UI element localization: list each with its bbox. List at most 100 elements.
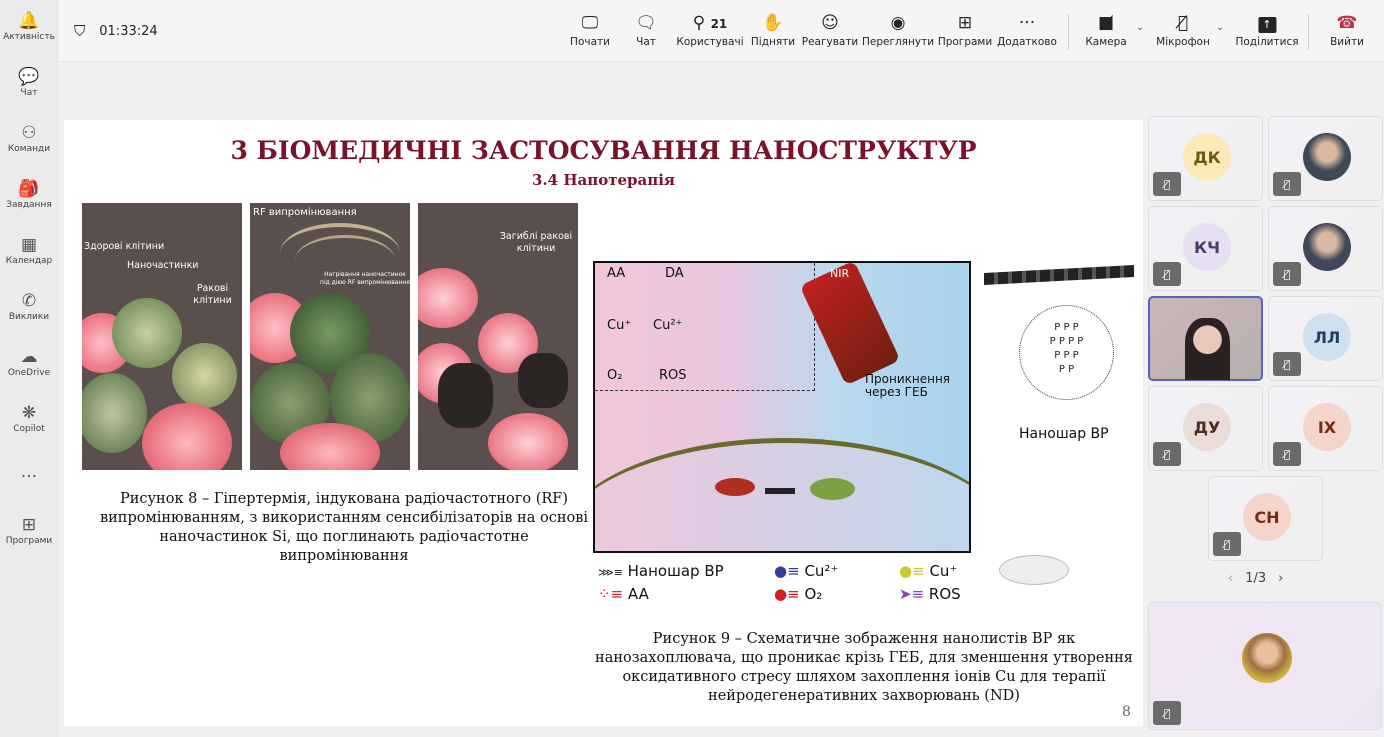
legend-text: Cu²⁺ <box>804 562 839 580</box>
calendar-icon: ▦ <box>20 235 38 255</box>
meeting-timer: ⛉ 01:33:24 <box>74 22 158 40</box>
view-button[interactable]: ◉ Переглянути <box>862 12 934 48</box>
slide-title: 3 БІОМЕДИЧНІ ЗАСТОСУВАННЯ НАНОСТРУКТУР <box>230 136 977 165</box>
hand-icon: ✋ <box>762 13 784 33</box>
participant-tile[interactable]: ЛЛ 🎙̸ <box>1268 296 1383 381</box>
legend-aa: ⁘≡ AA <box>598 585 649 603</box>
legend-cu2: ●≡ Cu²⁺ <box>774 562 838 580</box>
sidebar-item-more[interactable]: ··· <box>0 466 58 488</box>
sidebar-item-label: Copilot <box>13 424 45 434</box>
label: Реагувати <box>801 36 859 48</box>
more-icon: ··· <box>20 467 38 487</box>
participant-tile[interactable]: КЧ 🎙̸ <box>1148 206 1263 291</box>
legend-text: O₂ <box>804 585 823 603</box>
avatar-photo <box>1303 223 1351 271</box>
participant-tile[interactable]: ДУ 🎙̸ <box>1148 386 1263 471</box>
label: Чат <box>636 36 656 48</box>
avatar-initials: ДК <box>1183 133 1231 181</box>
gallery-pagination: ‹ 1/3 › <box>1228 571 1283 586</box>
mic-button[interactable]: 🎙̸ Мікрофон <box>1156 12 1210 48</box>
apps-button[interactable]: ⊞ Програми <box>938 12 992 48</box>
label-healthy-cells: Здорові клітини <box>84 241 165 252</box>
participant-tile[interactable]: ДК 🎙̸ <box>1148 116 1263 201</box>
more-icon: ··· <box>1018 13 1036 33</box>
legend-cu1: ●≡ Cu⁺ <box>899 562 957 580</box>
sidebar-item-label: Команди <box>7 144 51 154</box>
sidebar-item-calendar[interactable]: ▦ Календар <box>0 234 58 266</box>
participant-tile[interactable]: ІХ 🎙̸ <box>1268 386 1383 471</box>
label: Переглянути <box>861 36 935 48</box>
label: Підняти <box>750 36 796 48</box>
sidebar-item-teams[interactable]: ⚇ Команди <box>0 122 58 154</box>
phone-icon: ✆ <box>21 291 37 311</box>
mic-off-icon: 🎙̸ <box>1273 172 1301 196</box>
next-page-chevron-icon[interactable]: › <box>1278 571 1283 586</box>
ros-icon: ➤≡ <box>899 585 925 603</box>
meeting-toolbar: ⛉ 01:33:24 🖵 Почати 🗨 Чат ⚲ 21 Користувачі ✋… <box>58 0 1384 62</box>
label-bp-nanosheet: Наношар BP <box>1019 426 1109 442</box>
app-sidebar: 🔔 Активність 💬 Чат ⚇ Команди 🎒 Завдання ▦ Календа… <box>0 0 58 737</box>
legend-text: Наношар BP <box>627 562 724 580</box>
legend-text: AA <box>627 585 649 603</box>
chat-button[interactable]: 🗨 Чат <box>635 12 657 48</box>
mic-off-icon: 🎙̸ <box>1177 13 1189 33</box>
label: Мікрофон <box>1156 36 1210 48</box>
avatar-photo <box>1242 633 1292 683</box>
label: Камера <box>1085 36 1127 48</box>
shield-icon: ⛉ <box>74 22 86 40</box>
mouse-illustration <box>999 555 1069 585</box>
share-icon: ↑ <box>1235 12 1298 36</box>
share-button[interactable]: ↑ Поділитися <box>1235 12 1299 48</box>
bell-icon: 🔔 <box>18 11 40 31</box>
raise-hand-button[interactable]: ✋ Підняти <box>751 12 795 48</box>
slide-page-number: 8 <box>1122 704 1131 720</box>
sidebar-item-chat[interactable]: 💬 Чат <box>0 66 58 98</box>
camera-button[interactable]: ■̸ Камера <box>1085 12 1126 48</box>
figure8-panel-before: Здорові клітини Наночастинки Ракові кліт… <box>82 203 242 470</box>
self-video-tile[interactable]: 🎙̸ <box>1148 602 1382 730</box>
participant-tile[interactable] <box>1148 296 1263 381</box>
label-dead-cells: Загиблі ракові клітини <box>499 231 573 254</box>
label-cancer-cells: Ракові клітини <box>193 283 232 306</box>
participant-tile[interactable]: 🎙̸ <box>1268 206 1383 291</box>
sidebar-item-backpack[interactable]: 🎒 Завдання <box>0 178 58 210</box>
people-button[interactable]: ⚲ 21 Користувачі <box>676 12 743 48</box>
share-start-button[interactable]: 🖵 Почати <box>570 12 610 48</box>
label: Вийти <box>1330 36 1364 48</box>
sidebar-item-apps[interactable]: ⊞ Програми <box>0 514 58 546</box>
react-button[interactable]: ☺ Реагувати <box>802 12 859 48</box>
mic-off-icon: 🎙̸ <box>1153 172 1181 196</box>
sphere-icon: ●≡ <box>899 562 925 580</box>
avatar-initials: ДУ <box>1183 403 1231 451</box>
label: Користувачі <box>676 36 744 48</box>
more-button[interactable]: ··· Додатково <box>997 12 1057 48</box>
bp-nanosheet-graphic <box>984 265 1134 285</box>
present-icon: 🖵 <box>581 13 599 33</box>
phosphorene-structure: P P PP P P PP P PP P <box>1019 305 1114 400</box>
sidebar-item-bell[interactable]: 🔔 Активність <box>0 10 58 42</box>
people-count: 21 <box>710 17 728 31</box>
divider <box>1068 14 1069 50</box>
prev-page-chevron-icon[interactable]: ‹ <box>1228 571 1233 586</box>
people-icon: ⚲ 21 <box>692 13 728 33</box>
sidebar-item-cloud[interactable]: ☁ OneDrive <box>0 346 58 378</box>
mic-off-icon: 🎙̸ <box>1213 532 1241 556</box>
mic-options-chevron-icon[interactable]: ⌄ <box>1216 22 1224 33</box>
sidebar-item-label: Виклики <box>8 312 50 322</box>
participant-tile[interactable]: 🎙̸ <box>1268 116 1383 201</box>
participant-tile[interactable]: СН 🎙̸ <box>1208 476 1323 561</box>
avatar-initials: СН <box>1243 493 1291 541</box>
sidebar-item-copilot[interactable]: ❋ Copilot <box>0 402 58 434</box>
figure8-caption: Рисунок 8 – Гіпертермія, індукована раді… <box>99 491 589 564</box>
sidebar-item-label: OneDrive <box>7 368 51 378</box>
mic-off-icon: 🎙̸ <box>1273 442 1301 466</box>
camera-off-icon: ■̸ <box>1097 13 1115 33</box>
apps-icon: ⊞ <box>21 515 37 535</box>
mic-off-icon: 🎙̸ <box>1153 262 1181 286</box>
avatar-initials: ІХ <box>1303 403 1351 451</box>
figure9-caption: Рисунок 9 – Схематичне зображення наноли… <box>595 631 1133 704</box>
camera-options-chevron-icon[interactable]: ⌄ <box>1136 22 1144 33</box>
leave-button[interactable]: ☎ Вийти <box>1330 12 1364 48</box>
mic-off-icon: 🎙̸ <box>1273 352 1301 376</box>
sidebar-item-phone[interactable]: ✆ Виклики <box>0 290 58 322</box>
